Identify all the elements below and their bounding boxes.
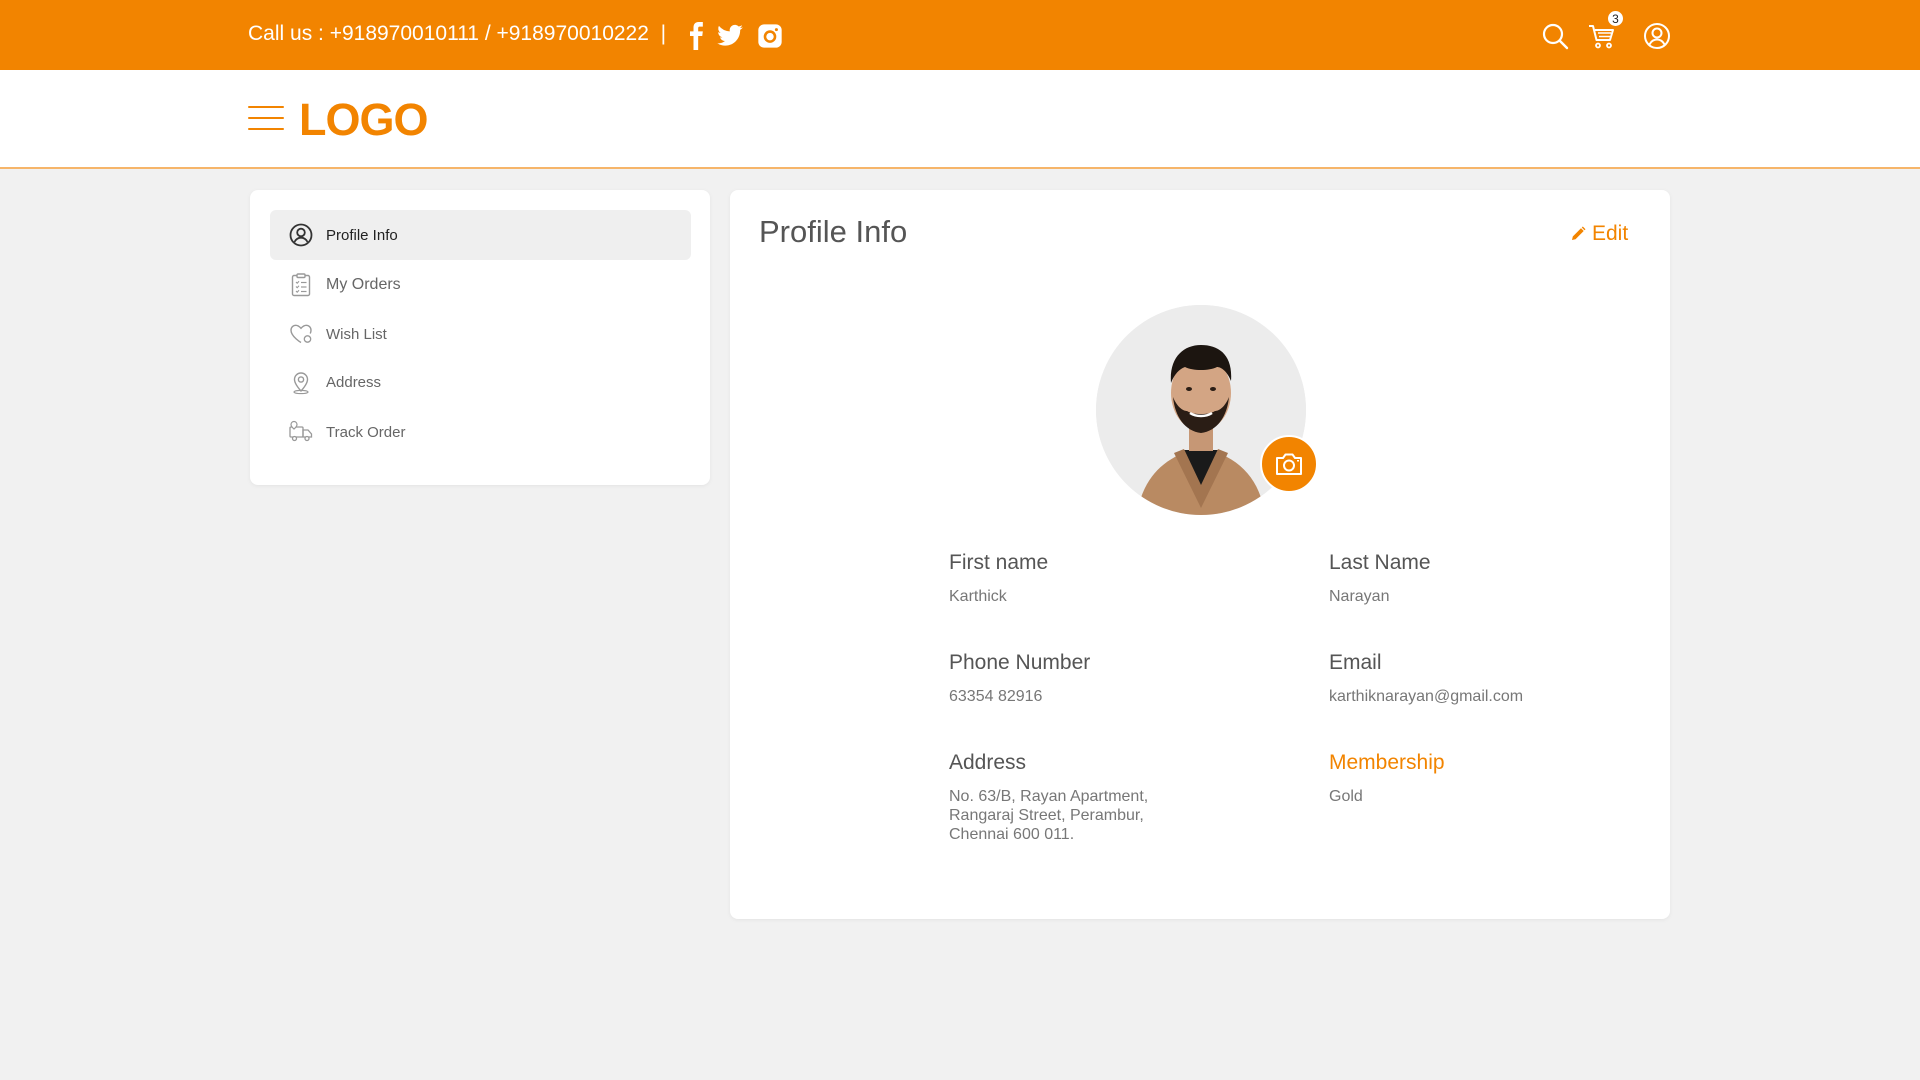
phone-number-label: Phone Number — [949, 651, 1091, 674]
cart-count-badge: 3 — [1607, 10, 1624, 27]
sidebar-item-label: Address — [326, 373, 382, 391]
top-bar: Call us : +918970010111 / +918970010222 … — [0, 0, 1920, 70]
facebook-icon[interactable] — [683, 22, 711, 50]
sidebar-item-label: Track Order — [326, 423, 406, 441]
address-line-1: No. 63/B, Rayan Apartment, — [949, 788, 1149, 805]
sidebar-item-address[interactable]: Address — [270, 357, 691, 407]
sidebar-item-track-order[interactable]: Track Order — [270, 407, 691, 457]
instagram-icon[interactable] — [756, 22, 784, 50]
membership-value: Gold — [1329, 788, 1363, 805]
profile-info-card: Profile Info Edit First name Karthick La… — [730, 190, 1670, 919]
change-photo-button[interactable] — [1260, 435, 1318, 493]
location-pin-icon — [288, 369, 314, 395]
membership-label: Membership — [1329, 751, 1445, 774]
first-name-value: Karthick — [949, 588, 1007, 605]
hamburger-menu-icon[interactable] — [248, 106, 284, 134]
account-sidebar: Profile Info My Orders Wish List Address… — [250, 190, 710, 485]
last-name-label: Last Name — [1329, 551, 1431, 574]
camera-icon — [1276, 453, 1302, 475]
edit-button[interactable]: Edit — [1570, 222, 1628, 246]
user-circle-icon — [288, 222, 314, 248]
first-name-label: First name — [949, 551, 1049, 574]
address-line-2: Rangaraj Street, Perambur, — [949, 807, 1144, 824]
sidebar-item-label: My Orders — [326, 276, 401, 293]
edit-label: Edit — [1592, 222, 1629, 245]
site-logo[interactable]: LOGO — [299, 94, 428, 146]
clipboard-list-icon — [288, 272, 314, 298]
heart-icon — [288, 321, 314, 347]
sidebar-item-wish-list[interactable]: Wish List — [270, 309, 691, 359]
twitter-icon[interactable] — [714, 22, 746, 50]
email-value: karthiknarayan@gmail.com — [1329, 688, 1524, 705]
sidebar-item-my-orders[interactable]: My Orders — [270, 260, 691, 310]
sidebar-item-profile-info[interactable]: Profile Info — [270, 210, 691, 260]
main-navbar: LOGO — [0, 70, 1920, 169]
search-icon[interactable] — [1540, 21, 1570, 51]
call-us-text: Call us : +918970010111 / +918970010222 … — [248, 22, 667, 45]
address-label: Address — [949, 751, 1027, 774]
phone-number-value: 63354 82916 — [949, 688, 1043, 705]
pencil-icon — [1572, 226, 1586, 240]
sidebar-item-label: Wish List — [326, 325, 387, 343]
last-name-value: Narayan — [1329, 588, 1390, 605]
page-title: Profile Info — [759, 214, 908, 249]
sidebar-item-label: Profile Info — [326, 226, 398, 244]
address-line-3: Chennai 600 011. — [949, 826, 1075, 843]
truck-icon — [288, 419, 314, 445]
email-label: Email — [1329, 651, 1382, 674]
user-account-icon[interactable] — [1642, 21, 1672, 51]
